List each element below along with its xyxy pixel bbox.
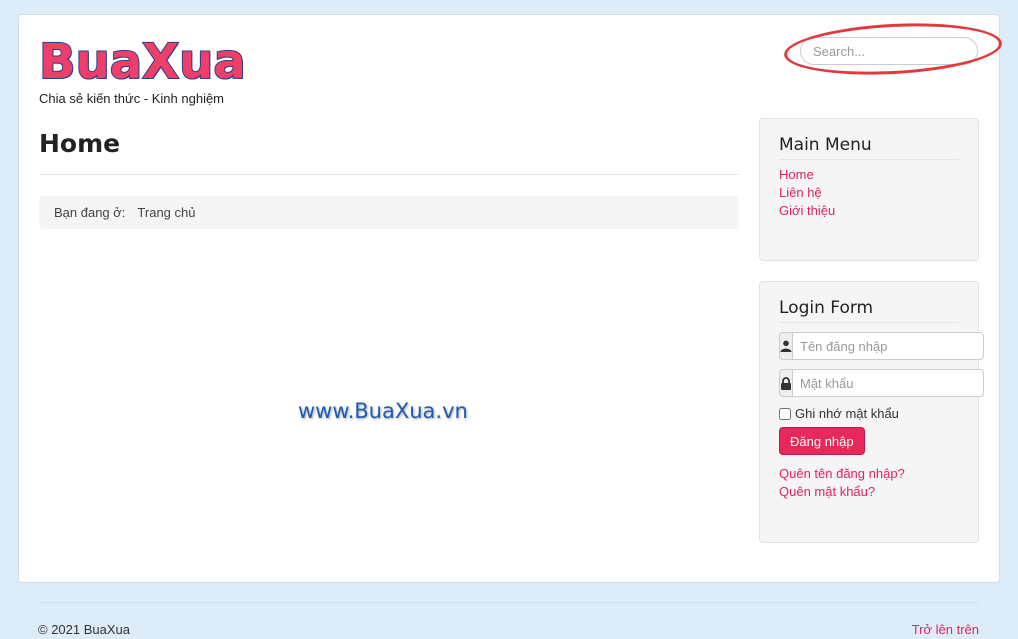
user-icon xyxy=(779,332,792,360)
forgot-username-link[interactable]: Quên tên đăng nhập? xyxy=(779,465,959,483)
site-tagline: Chia sẻ kiến thức - Kinh nghiệm xyxy=(39,91,225,106)
main-menu-module: Main Menu Home Liên hệ Giới thiệu xyxy=(759,118,979,261)
remember-me[interactable]: Ghi nhớ mật khẩu xyxy=(779,406,959,421)
footer-divider xyxy=(38,602,979,603)
page-title: Home xyxy=(39,129,121,158)
menu-item-contact[interactable]: Liên hệ xyxy=(779,184,959,202)
remember-label: Ghi nhớ mật khẩu xyxy=(795,406,899,421)
login-button[interactable]: Đăng nhập xyxy=(779,427,865,455)
breadcrumb-label: Bạn đang ở: xyxy=(54,205,126,220)
lock-icon xyxy=(779,369,792,397)
footer-copyright: © 2021 BuaXua xyxy=(38,622,130,637)
password-input[interactable] xyxy=(792,369,984,397)
search-box xyxy=(798,35,980,67)
username-input[interactable] xyxy=(792,332,984,360)
remember-checkbox[interactable] xyxy=(779,407,791,420)
back-to-top-link[interactable]: Trở lên trên xyxy=(912,622,979,637)
breadcrumb: Bạn đang ở: Trang chủ xyxy=(39,196,739,229)
title-divider xyxy=(39,174,739,175)
menu-item-about[interactable]: Giới thiệu xyxy=(779,202,959,220)
forgot-password-link[interactable]: Quên mật khẩu? xyxy=(779,483,959,501)
password-group xyxy=(779,369,984,397)
page-container: BuaXua Chia sẻ kiến thức - Kinh nghiệm H… xyxy=(18,14,1004,583)
breadcrumb-current: Trang chủ xyxy=(137,205,196,220)
menu-item-home[interactable]: Home xyxy=(779,166,959,184)
username-group xyxy=(779,332,984,360)
search-input[interactable] xyxy=(800,37,978,65)
login-form-title: Login Form xyxy=(779,298,959,323)
login-form-module: Login Form Ghi nhớ mật khẩu Đăng nhập Qu… xyxy=(759,281,984,543)
site-logo[interactable]: BuaXua xyxy=(38,33,247,91)
main-menu-title: Main Menu xyxy=(779,135,959,160)
watermark-text: www.BuaXua.vn xyxy=(298,399,468,423)
